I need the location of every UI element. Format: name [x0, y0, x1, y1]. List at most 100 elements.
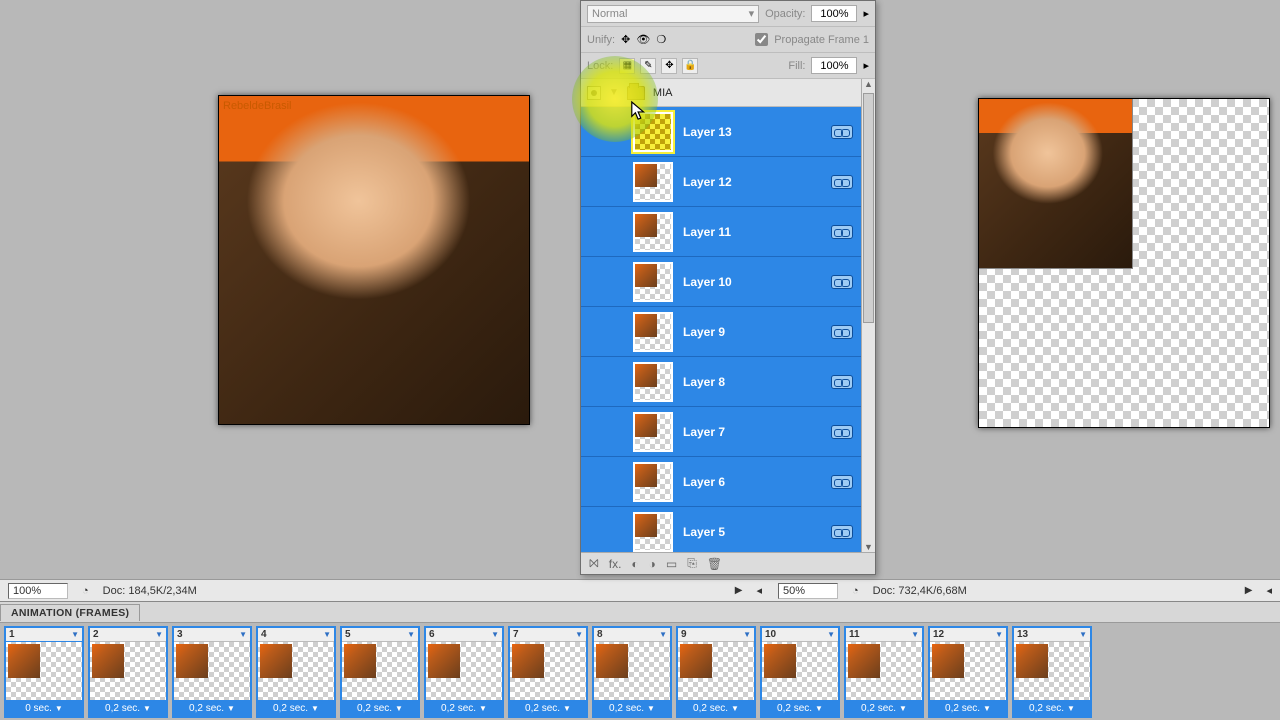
layer-name[interactable]: Layer 9: [683, 325, 821, 339]
frame-menu-icon[interactable]: ▼: [827, 630, 835, 639]
blend-mode-select[interactable]: Normal▾: [587, 5, 759, 23]
frame-menu-icon[interactable]: ▼: [71, 630, 79, 639]
animation-frame[interactable]: 8▼0,2 sec.▼: [592, 626, 672, 718]
frame-delay[interactable]: 0,2 sec.▼: [90, 700, 166, 716]
link-icon[interactable]: [831, 475, 853, 489]
animation-frame[interactable]: 10▼0,2 sec.▼: [760, 626, 840, 718]
frame-menu-icon[interactable]: ▼: [575, 630, 583, 639]
layer-thumbnail[interactable]: [633, 462, 673, 502]
opacity-field[interactable]: 100%: [811, 5, 857, 22]
frame-thumbnail[interactable]: [930, 642, 1006, 700]
layer-fx-icon[interactable]: fx.: [609, 557, 622, 571]
hscroll-left-icon[interactable]: ◂: [756, 584, 762, 597]
frame-thumbnail[interactable]: [510, 642, 586, 700]
canvas-left[interactable]: RebeldeBrasil: [0, 0, 580, 600]
animation-frame[interactable]: 11▼0,2 sec.▼: [844, 626, 924, 718]
frame-delay[interactable]: 0,2 sec.▼: [258, 700, 334, 716]
visibility-eye-icon[interactable]: [587, 86, 601, 100]
link-icon[interactable]: [831, 425, 853, 439]
zoom-icon[interactable]: ◔: [82, 585, 89, 597]
link-icon[interactable]: [831, 375, 853, 389]
layer-row[interactable]: Layer 9: [581, 307, 861, 357]
frame-menu-icon[interactable]: ▼: [155, 630, 163, 639]
frame-delay[interactable]: 0,2 sec.▼: [426, 700, 502, 716]
link-icon[interactable]: [831, 325, 853, 339]
unify-style-icon[interactable]: ❍: [656, 33, 666, 46]
animation-frame[interactable]: 9▼0,2 sec.▼: [676, 626, 756, 718]
layers-scrollbar[interactable]: [861, 79, 875, 552]
layer-name[interactable]: Layer 12: [683, 175, 821, 189]
frame-menu-icon[interactable]: ▼: [239, 630, 247, 639]
frame-thumbnail[interactable]: [174, 642, 250, 700]
frame-menu-icon[interactable]: ▼: [911, 630, 919, 639]
layer-thumbnail[interactable]: [633, 262, 673, 302]
frame-thumbnail[interactable]: [258, 642, 334, 700]
frame-menu-icon[interactable]: ▼: [407, 630, 415, 639]
frame-delay[interactable]: 0,2 sec.▼: [174, 700, 250, 716]
zoom-field[interactable]: 100%: [8, 583, 68, 599]
play-icon[interactable]: ▶: [1245, 585, 1253, 596]
link-icon[interactable]: [831, 175, 853, 189]
animation-tab[interactable]: ANIMATION (FRAMES): [0, 604, 140, 621]
frame-delay[interactable]: 0,2 sec.▼: [678, 700, 754, 716]
group-name[interactable]: MIA: [653, 87, 673, 99]
link-icon[interactable]: [831, 125, 853, 139]
layer-row[interactable]: Layer 6: [581, 457, 861, 507]
new-layer-icon[interactable]: ⎘: [687, 556, 697, 571]
frame-delay[interactable]: 0,2 sec.▼: [930, 700, 1006, 716]
frame-thumbnail[interactable]: [90, 642, 166, 700]
layer-name[interactable]: Layer 11: [683, 225, 821, 239]
new-group-icon[interactable]: ▭: [666, 557, 677, 571]
frame-delay[interactable]: 0,2 sec.▼: [342, 700, 418, 716]
animation-frame[interactable]: 6▼0,2 sec.▼: [424, 626, 504, 718]
frame-thumbnail[interactable]: [1014, 642, 1090, 700]
layer-thumbnail[interactable]: [633, 512, 673, 552]
zoom-field[interactable]: 50%: [778, 583, 838, 599]
unify-position-icon[interactable]: ✥: [621, 33, 630, 46]
frame-thumbnail[interactable]: [342, 642, 418, 700]
frame-menu-icon[interactable]: ▼: [491, 630, 499, 639]
frame-thumbnail[interactable]: [762, 642, 838, 700]
frame-delay[interactable]: 0,2 sec.▼: [510, 700, 586, 716]
animation-frame[interactable]: 2▼0,2 sec.▼: [88, 626, 168, 718]
frame-delay[interactable]: 0,2 sec.▼: [762, 700, 838, 716]
fill-arrow-icon[interactable]: ▸: [863, 59, 869, 72]
frame-thumbnail[interactable]: [678, 642, 754, 700]
layer-group-row[interactable]: ▼ MIA: [581, 79, 861, 107]
lock-all-icon[interactable]: 🔒: [682, 58, 698, 74]
adjustment-layer-icon[interactable]: ◑: [649, 557, 656, 571]
layer-name[interactable]: Layer 8: [683, 375, 821, 389]
animation-frame[interactable]: 13▼0,2 sec.▼: [1012, 626, 1092, 718]
frame-thumbnail[interactable]: [426, 642, 502, 700]
frame-thumbnail[interactable]: [6, 642, 82, 700]
frame-menu-icon[interactable]: ▼: [1079, 630, 1087, 639]
layer-row[interactable]: Layer 12: [581, 157, 861, 207]
layer-name[interactable]: Layer 10: [683, 275, 821, 289]
link-layers-icon[interactable]: ⨝: [589, 556, 599, 571]
animation-frame[interactable]: 3▼0,2 sec.▼: [172, 626, 252, 718]
link-icon[interactable]: [831, 275, 853, 289]
layer-name[interactable]: Layer 13: [683, 125, 821, 139]
animation-frame[interactable]: 5▼0,2 sec.▼: [340, 626, 420, 718]
unify-visibility-icon[interactable]: 👁: [636, 33, 650, 46]
animation-frame[interactable]: 12▼0,2 sec.▼: [928, 626, 1008, 718]
layer-thumbnail[interactable]: [633, 412, 673, 452]
opacity-arrow-icon[interactable]: ▸: [863, 7, 869, 20]
disclosure-triangle-icon[interactable]: ▼: [609, 87, 619, 98]
frame-menu-icon[interactable]: ▼: [995, 630, 1003, 639]
layer-row[interactable]: Layer 13: [581, 107, 861, 157]
lock-pixels-icon[interactable]: ✎: [640, 58, 656, 74]
layer-row[interactable]: Layer 11: [581, 207, 861, 257]
fill-field[interactable]: 100%: [811, 57, 857, 74]
layer-row[interactable]: Layer 8: [581, 357, 861, 407]
layer-thumbnail[interactable]: [633, 362, 673, 402]
layer-name[interactable]: Layer 7: [683, 425, 821, 439]
layer-row[interactable]: Layer 10: [581, 257, 861, 307]
frame-delay[interactable]: 0,2 sec.▼: [594, 700, 670, 716]
layer-thumbnail[interactable]: [633, 212, 673, 252]
frame-thumbnail[interactable]: [846, 642, 922, 700]
frame-delay[interactable]: 0,2 sec.▼: [846, 700, 922, 716]
lock-position-icon[interactable]: ✥: [661, 58, 677, 74]
zoom-icon[interactable]: ◔: [852, 585, 859, 597]
frame-menu-icon[interactable]: ▼: [659, 630, 667, 639]
